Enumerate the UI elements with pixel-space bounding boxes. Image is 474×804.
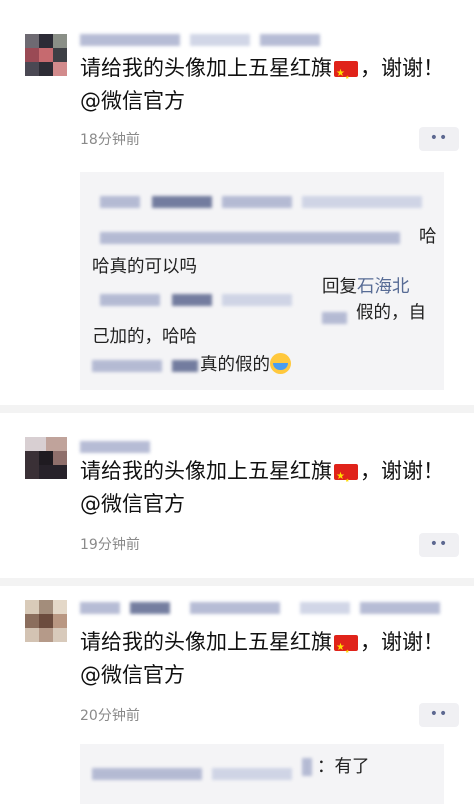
username-blurred [190, 602, 280, 614]
reply-text-blurred [100, 232, 400, 244]
more-dots-icon: •• [429, 536, 449, 552]
username-blurred[interactable] [80, 441, 150, 453]
reply-author-blurred [172, 360, 198, 372]
reply-author-blurred [100, 196, 140, 208]
laughing-crying-emoji [270, 353, 291, 374]
china-flag-emoji [334, 631, 358, 669]
reply-text-line2: 己加的，哈哈 [92, 327, 197, 347]
timestamp: 20分钟前 [80, 708, 140, 724]
username-blurred [360, 602, 440, 614]
timestamp: 19分钟前 [80, 537, 140, 553]
comment-text: 请给我的头像加上五星红旗，谢谢！@微信官方 [80, 626, 450, 692]
comment-text: 请给我的头像加上五星红旗，谢谢！@微信官方 [80, 455, 450, 521]
timestamp: 18分钟前 [80, 132, 140, 148]
reply-list: ：有了 [80, 744, 444, 804]
reply-author-blurred [302, 758, 312, 776]
comment-text-main: 请给我的头像加上五星红旗 [80, 56, 332, 80]
reply-text-blurred [322, 312, 347, 324]
reply-text-blurred [152, 196, 212, 208]
username-blurred [190, 34, 250, 46]
comment-3: 请给我的头像加上五星红旗，谢谢！@微信官方 20分钟前 •• ：有了 [0, 586, 474, 804]
comment-1: 请给我的头像加上五星红旗，谢谢！@微信官方 18分钟前 •• 哈 哈真的可以吗 … [0, 0, 474, 405]
more-options-button[interactable]: •• [419, 127, 459, 151]
avatar[interactable] [25, 34, 67, 76]
reply-author-blurred [172, 294, 212, 306]
divider [0, 578, 474, 586]
reply-author-blurred [92, 360, 162, 372]
comment-text: 请给我的头像加上五星红旗，谢谢！@微信官方 [80, 52, 450, 118]
username-blurred[interactable] [80, 34, 180, 46]
comment-2: 请给我的头像加上五星红旗，谢谢！@微信官方 19分钟前 •• [0, 413, 474, 578]
reply-author-blurred [92, 768, 202, 780]
reply-target-name[interactable]: 石海北 [357, 277, 410, 297]
reply-text: 真的假的 [200, 350, 291, 380]
divider [0, 405, 474, 413]
china-flag-emoji [334, 57, 358, 95]
username-blurred [300, 602, 350, 614]
reply-author-blurred [222, 294, 292, 306]
reply-text-tail: 哈 [419, 227, 437, 247]
reply-text-tail: 假的，自 [356, 303, 426, 323]
username-blurred [260, 34, 320, 46]
reply-author-blurred [212, 768, 292, 780]
more-options-button[interactable]: •• [419, 533, 459, 557]
reply-text-tail: ：有了 [317, 757, 370, 777]
more-dots-icon: •• [429, 130, 449, 146]
avatar[interactable] [25, 437, 67, 479]
more-options-button[interactable]: •• [419, 703, 459, 727]
username-blurred [130, 602, 170, 614]
china-flag-emoji [334, 460, 358, 498]
avatar[interactable] [25, 600, 67, 642]
reply-list: 哈 哈真的可以吗 回复石海北 假的，自 己加的，哈哈 真的假的 [80, 172, 444, 390]
more-dots-icon: •• [429, 706, 449, 722]
reply-author-blurred [100, 294, 160, 306]
username-blurred[interactable] [80, 602, 120, 614]
comment-text-main: 请给我的头像加上五星红旗 [80, 630, 332, 654]
reply-text-blurred [222, 196, 292, 208]
reply-text-line2: 哈真的可以吗 [92, 257, 197, 277]
comment-text-main: 请给我的头像加上五星红旗 [80, 459, 332, 483]
reply-text-blurred [302, 196, 422, 208]
